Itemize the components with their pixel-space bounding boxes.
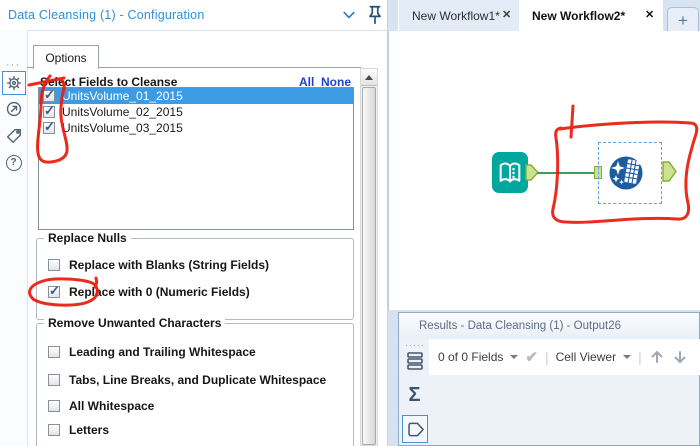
results-rows-button[interactable] [404,349,425,373]
replace-zero-label: Replace with 0 (Numeric Fields) [69,285,250,299]
pentagon-icon [407,422,424,436]
tab-options[interactable]: Options [33,45,99,69]
tab-new-workflow1[interactable]: New Workflow1* ✕ [398,0,520,31]
plus-icon: + [678,11,688,30]
fields-dropdown-caret-icon[interactable] [510,355,519,359]
field-name: UnitsVolume_03_2015 [62,121,183,135]
apply-check-icon[interactable]: ✔ [525,348,538,366]
data-cleansing-tool[interactable] [606,153,646,193]
pin-icon[interactable] [365,4,385,26]
results-header: Results - Data Cleansing (1) - Output26 [399,313,699,340]
tabs-linebreaks-checkbox[interactable] [48,374,60,386]
results-side-rail: ····· Σ [399,339,429,445]
workflow-tab-bar: New Workflow1* ✕ New Workflow2* ✕ + [388,0,700,35]
field-checkbox[interactable] [43,88,55,103]
toolbar-divider: | [638,349,642,365]
field-name: UnitsVolume_01_2015 [62,89,183,103]
chevron-down-icon[interactable] [341,8,357,22]
cell-viewer-label: Cell Viewer [555,350,617,364]
toolbar-divider: | [544,349,549,365]
results-summary-button[interactable]: Σ [404,383,425,407]
tab-new-workflow2[interactable]: New Workflow2* ✕ [519,0,663,31]
field-row[interactable]: UnitsVolume_01_2015 [39,88,353,104]
sigma-icon: Σ [408,384,421,406]
replace-nulls-group [36,238,354,320]
field-row[interactable]: UnitsVolume_03_2015 [39,119,353,136]
fields-summary: 0 of 0 Fields [438,350,504,364]
arrow-up-icon[interactable] [649,349,665,365]
navigation-button[interactable] [4,99,23,118]
cell-viewer-caret-icon[interactable] [623,355,632,359]
input-data-book-icon [499,162,521,183]
letters-label: Letters [69,423,110,437]
results-toolbar: 0 of 0 Fields ✔ | Cell Viewer | [429,339,700,375]
replace-nulls-label: Replace Nulls [44,231,131,245]
close-tab-icon[interactable]: ✕ [502,9,511,22]
fields-listbox: UnitsVolume_01_2015 UnitsVolume_02_2015 … [38,87,354,230]
rows-icon [406,352,423,370]
leading-trailing-checkbox[interactable] [48,346,60,358]
all-whitespace-label: All Whitespace [69,399,155,413]
scroll-up-arrow-icon [365,74,373,80]
tag-icon [6,128,21,143]
scrollbar-up-button[interactable] [361,69,377,86]
leading-trailing-label: Leading and Trailing Whitespace [69,345,256,359]
tabs-linebreaks-label: Tabs, Line Breaks, and Duplicate Whitesp… [69,373,327,387]
field-checkbox[interactable] [43,103,55,119]
arrow-down-icon[interactable] [672,349,688,365]
input-data-tool[interactable] [492,152,528,193]
replace-blanks-label: Replace with Blanks (String Fields) [69,258,270,272]
tab-options-label: Options [45,50,87,65]
results-metadata-button[interactable] [402,415,428,443]
tab-label: New Workflow2* [532,8,626,23]
question-icon: ? [5,154,22,171]
close-tab-icon[interactable]: ✕ [645,9,654,22]
configuration-header: Data Cleansing (1) - Configuration [0,0,387,31]
help-button[interactable]: ? [4,153,23,172]
configuration-panel: Data Cleansing (1) - Configuration ··· ?… [0,0,388,446]
alteryx-designer-window: Data Cleansing (1) - Configuration ··· ?… [0,0,700,446]
configuration-gear-button[interactable] [2,71,26,95]
results-panel: Results - Data Cleansing (1) - Output26 … [398,312,700,446]
tab-label: New Workflow1* [412,8,500,23]
cleansing-output-anchor[interactable] [662,161,677,182]
replace-blanks-checkbox[interactable] [48,259,60,271]
letters-checkbox[interactable] [48,424,60,436]
scrollbar-thumb[interactable] [362,87,376,445]
connection-line [537,172,595,174]
share-arrow-icon [6,101,21,116]
config-side-rail: ··· ? [0,30,28,446]
field-name: UnitsVolume_02_2015 [62,105,183,119]
remove-unwanted-label: Remove Unwanted Characters [44,316,226,330]
all-whitespace-checkbox[interactable] [48,400,60,412]
replace-zero-checkbox[interactable] [48,283,60,299]
results-title: Results - Data Cleansing (1) - Output26 [419,320,621,332]
rail-handle-dots: ··· [6,59,20,71]
field-row[interactable]: UnitsVolume_02_2015 [39,103,353,120]
annotation-button[interactable] [4,126,23,145]
configuration-title: Data Cleansing (1) - Configuration [8,8,205,22]
data-cleansing-icon [609,156,643,190]
gear-icon [6,75,22,91]
workflow-canvas[interactable] [388,31,700,310]
config-scrollbar[interactable] [360,68,378,446]
field-checkbox[interactable] [43,119,55,135]
